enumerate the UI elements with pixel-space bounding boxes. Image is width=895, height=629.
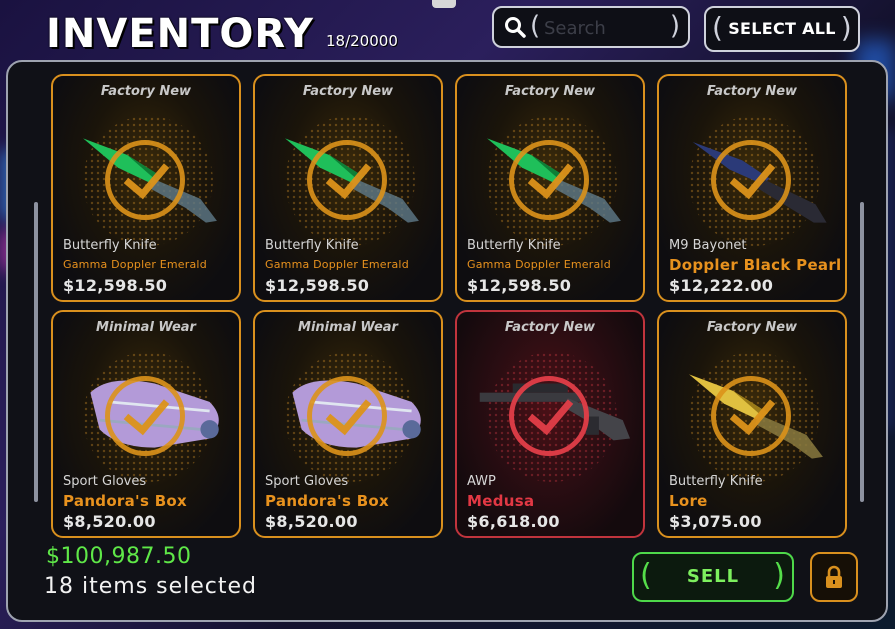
bracket-left-icon: (: [640, 558, 653, 593]
item-skin: Gamma Doppler Emerald: [467, 258, 611, 271]
item-condition: Factory New: [504, 320, 596, 335]
inventory-count: 18/20000: [326, 32, 398, 50]
item-skin: Pandora's Box: [265, 492, 390, 510]
selected-check-icon: [711, 376, 791, 456]
search-box[interactable]: ( ): [492, 6, 690, 48]
item-weapon: Butterfly Knife: [265, 238, 359, 253]
item-weapon: AWP: [467, 474, 496, 489]
bracket-right-icon: ): [669, 11, 680, 41]
item-condition: Minimal Wear: [96, 320, 196, 335]
item-card[interactable]: Factory New Butterfly Knife Lore $3,075.00: [657, 310, 847, 538]
item-price: $6,618.00: [467, 512, 560, 531]
item-card[interactable]: Minimal Wear Sport Gloves Pandora's Box $8,…: [51, 310, 241, 538]
lock-button[interactable]: [810, 552, 858, 602]
left-rail: [34, 202, 38, 502]
page-title: INVENTORY: [46, 11, 314, 57]
item-price: $3,075.00: [669, 512, 762, 531]
sell-label: SELL: [686, 566, 740, 587]
item-card[interactable]: Factory New Butterfly Knife Gamma Doppler …: [51, 74, 241, 302]
item-condition: Factory New: [706, 84, 798, 99]
item-skin: Pandora's Box: [63, 492, 188, 510]
item-price: $12,598.50: [467, 276, 572, 295]
selected-check-icon: [509, 376, 589, 456]
item-condition: Factory New: [302, 84, 394, 99]
item-card[interactable]: Factory New Butterfly Knife Gamma Doppler …: [455, 74, 645, 302]
bracket-left-icon: (: [712, 11, 724, 44]
bracket-left-icon: (: [530, 11, 541, 41]
selected-count: 18 items selected: [44, 574, 258, 599]
selected-check-icon: [105, 376, 185, 456]
item-price: $12,598.50: [63, 276, 168, 295]
item-price: $12,598.50: [265, 276, 370, 295]
item-condition: Factory New: [100, 84, 192, 99]
item-weapon: M9 Bayonet: [669, 238, 747, 253]
search-input[interactable]: [542, 14, 666, 42]
scrollbar[interactable]: [860, 202, 864, 502]
item-condition: Factory New: [706, 320, 798, 335]
item-condition: Minimal Wear: [298, 320, 398, 335]
item-card[interactable]: Factory New AWP Medusa $6,618.00: [455, 310, 645, 538]
item-condition: Factory New: [504, 84, 596, 99]
selected-check-icon: [711, 140, 791, 220]
bracket-right-icon: ): [773, 558, 786, 593]
select-all-button[interactable]: ( SELECT ALL ): [704, 6, 860, 52]
top-notch: [432, 0, 456, 8]
item-grid: Factory New Butterfly Knife Gamma Doppler …: [51, 74, 849, 538]
selected-check-icon: [307, 140, 387, 220]
item-skin: Medusa: [467, 492, 535, 510]
item-weapon: Sport Gloves: [63, 474, 147, 489]
selected-check-icon: [105, 140, 185, 220]
total-value: $100,987.50: [46, 544, 192, 569]
item-price: $12,222.00: [669, 276, 774, 295]
select-all-label: SELECT ALL: [728, 19, 836, 38]
item-price: $8,520.00: [63, 512, 156, 531]
item-weapon: Butterfly Knife: [669, 474, 763, 489]
item-weapon: Butterfly Knife: [467, 238, 561, 253]
item-card[interactable]: Minimal Wear Sport Gloves Pandora's Box $8,…: [253, 310, 443, 538]
item-skin: Gamma Doppler Emerald: [63, 258, 207, 271]
lock-icon: [826, 565, 842, 588]
item-weapon: Butterfly Knife: [63, 238, 157, 253]
search-icon: [505, 17, 526, 38]
item-card[interactable]: Factory New M9 Bayonet Doppler Black Pearl…: [657, 74, 847, 302]
item-card[interactable]: Factory New Butterfly Knife Gamma Doppler …: [253, 74, 443, 302]
item-skin: Lore: [669, 492, 708, 510]
item-skin: Doppler Black Pearl: [669, 256, 842, 274]
sell-button[interactable]: ( SELL ): [632, 552, 794, 602]
item-price: $8,520.00: [265, 512, 358, 531]
item-skin: Gamma Doppler Emerald: [265, 258, 409, 271]
selected-check-icon: [307, 376, 387, 456]
selected-check-icon: [509, 140, 589, 220]
item-weapon: Sport Gloves: [265, 474, 349, 489]
bracket-right-icon: ): [840, 11, 852, 44]
